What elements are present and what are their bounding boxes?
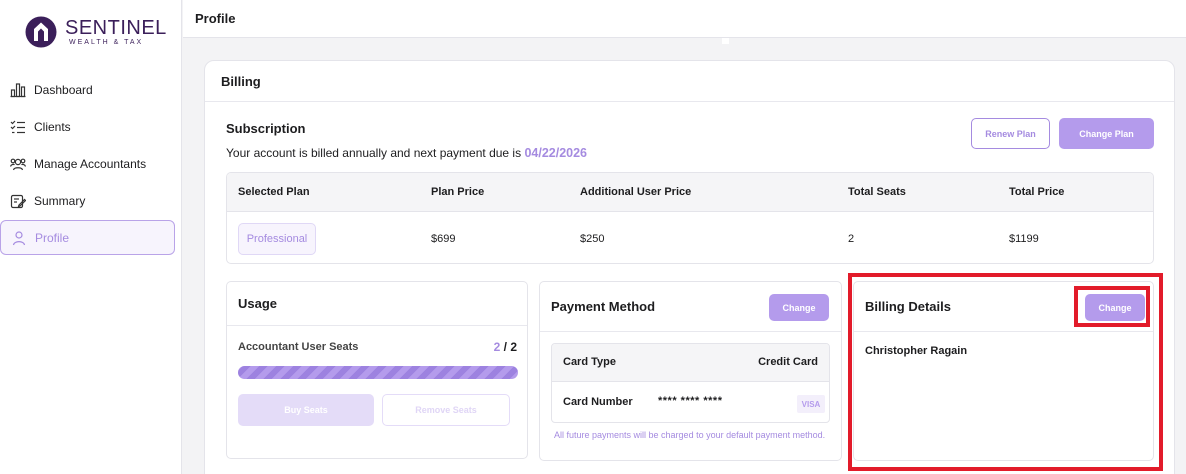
divider [722, 38, 729, 44]
sidebar-item-label: Summary [34, 193, 86, 208]
payment-method-title: Payment Method [551, 299, 656, 314]
buy-seats-button[interactable]: Buy Seats [238, 394, 374, 426]
logo-mark-icon [25, 16, 57, 48]
divider [205, 101, 1174, 102]
seats-total: 2 [510, 340, 517, 354]
brand-tagline: WEALTH & TAX [69, 38, 144, 46]
remove-seats-button[interactable]: Remove Seats [382, 394, 510, 426]
usage-title: Usage [238, 296, 278, 311]
column-header: Plan Price [431, 186, 485, 198]
sidebar-item-clients[interactable]: Clients [0, 109, 175, 144]
plan-badge: Professional [238, 223, 316, 255]
card-type-label: Card Type [563, 356, 616, 368]
brand-logo[interactable]: SENTINEL WEALTH & TAX [25, 16, 167, 48]
total-price-value: $1199 [1009, 233, 1039, 245]
seats-separator: / [503, 340, 507, 354]
sidebar-item-label: Manage Accountants [34, 156, 147, 171]
edit-icon [10, 194, 26, 208]
top-bar: Profile [183, 0, 1186, 38]
highlight-change-button [1074, 286, 1150, 327]
plan-table: Selected Plan Plan Price Additional User… [226, 172, 1154, 264]
total-seats-value: 2 [848, 233, 855, 245]
card-type-row: Card Type Credit Card [552, 344, 829, 382]
seats-progress-bar [238, 366, 518, 379]
plan-table-header: Selected Plan Plan Price Additional User… [227, 173, 1153, 212]
subscription-description: Your account is billed annually and next… [226, 146, 522, 160]
visa-icon: VISA [797, 395, 825, 413]
page-title: Profile [195, 11, 236, 26]
payment-method-card: Payment Method Change Card Type Credit C… [539, 281, 842, 461]
subscription-text: Your account is billed annually and next… [226, 146, 587, 160]
next-payment-date: 04/22/2026 [524, 146, 587, 160]
divider [540, 331, 841, 332]
renew-plan-button[interactable]: Renew Plan [971, 118, 1050, 149]
subscription-title: Subscription [226, 121, 306, 136]
seats-used: 2 [493, 340, 501, 354]
divider [227, 325, 527, 326]
user-icon [12, 230, 26, 245]
change-payment-method-button[interactable]: Change [769, 294, 829, 321]
checklist-icon [10, 120, 25, 133]
additional-user-price-value: $250 [580, 233, 605, 245]
usage-card: Usage Accountant User Seats 2 / 2 Buy Se… [226, 281, 528, 459]
billing-title: Billing [221, 74, 261, 89]
sidebar-item-label: Clients [34, 119, 71, 134]
change-plan-button[interactable]: Change Plan [1059, 118, 1154, 149]
card-details-table: Card Type Credit Card Card Number **** *… [551, 343, 830, 423]
column-header: Total Price [1009, 186, 1065, 198]
card-number-label: Card Number [563, 396, 633, 408]
seats-count: 2 / 2 [494, 340, 517, 354]
sidebar-item-label: Dashboard [34, 82, 93, 97]
sidebar-item-dashboard[interactable]: Dashboard [0, 72, 175, 107]
column-header: Selected Plan [238, 186, 310, 198]
card-number-value: **** **** **** [658, 395, 723, 407]
brand-name: SENTINEL [65, 16, 167, 39]
sidebar-item-profile[interactable]: Profile [0, 220, 175, 255]
users-icon [10, 158, 26, 170]
plan-price-value: $699 [431, 233, 456, 245]
seats-label: Accountant User Seats [238, 341, 359, 353]
column-header: Total Seats [848, 186, 906, 198]
sidebar-item-manage-accountants[interactable]: Manage Accountants [0, 146, 175, 181]
sidebar-nav: Dashboard Clients Manage Accountants Sum… [0, 72, 182, 257]
card-type-value: Credit Card [758, 356, 818, 368]
payment-note: All future payments will be charged to y… [554, 430, 826, 440]
sidebar-item-label: Profile [35, 230, 70, 245]
sidebar: SENTINEL WEALTH & TAX Dashboard Clients … [0, 0, 182, 474]
column-header: Additional User Price [580, 186, 692, 198]
bar-chart-icon [10, 82, 26, 97]
sidebar-item-summary[interactable]: Summary [0, 183, 175, 218]
